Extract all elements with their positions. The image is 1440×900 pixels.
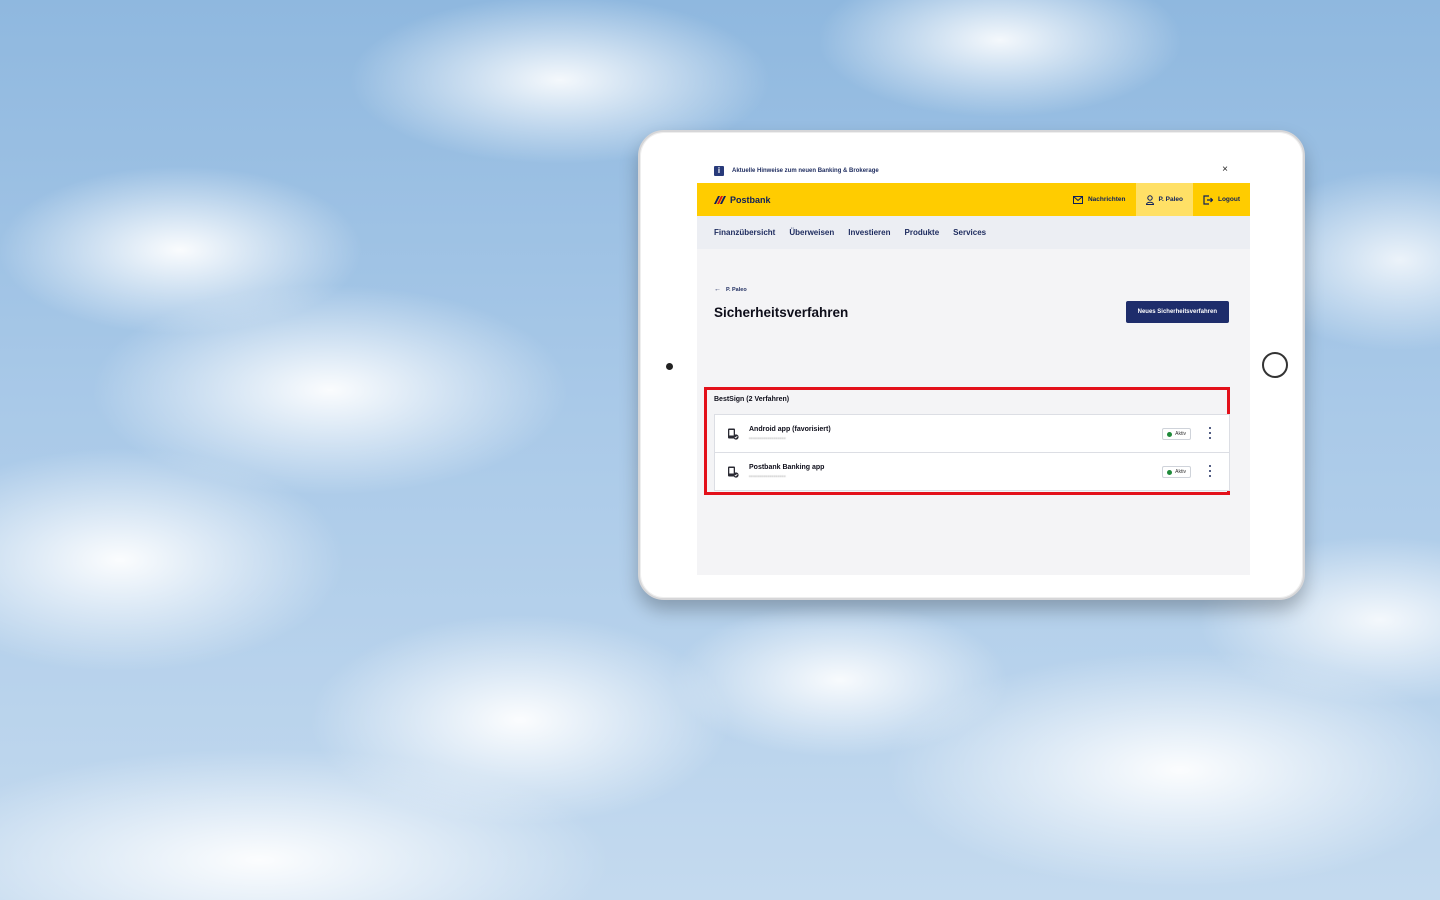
device-icon (728, 466, 739, 478)
status-dot (1167, 469, 1173, 475)
messages-button[interactable]: Nachrichten (1063, 183, 1136, 216)
logout-label: Logout (1217, 196, 1240, 203)
logout-icon (1203, 194, 1213, 205)
back-link[interactable]: ← P. Paleo (714, 286, 1233, 293)
postbank-logo-icon (714, 195, 726, 204)
list-item[interactable]: Android app (favorisiert) ••••••••••••••… (715, 415, 1229, 453)
postbank-logo[interactable]: Postbank (714, 195, 771, 205)
nav-item-produkte[interactable]: Produkte (905, 228, 940, 237)
back-label: P. Paleo (726, 286, 747, 293)
envelope-icon (1072, 195, 1083, 204)
status-badge: Aktiv (1162, 466, 1191, 478)
user-label: P. Paleo (1158, 196, 1183, 203)
list-item[interactable]: Postbank Banking app •••••••••••••••••• … (715, 453, 1229, 490)
brand-name: Postbank (730, 194, 771, 205)
user-button[interactable]: P. Paleo (1135, 183, 1193, 216)
item-title: Android app (favorisiert) (749, 425, 831, 433)
notice-text[interactable]: Aktuelle Hinweise zum neuen Banking & Br… (732, 168, 879, 174)
status-label: Aktiv (1175, 469, 1186, 475)
item-subtitle: •••••••••••••••••• (749, 435, 786, 442)
top-header: Postbank Nachrichten P. Paleo Logout (697, 183, 1250, 216)
item-title: Postbank Banking app (749, 463, 825, 471)
status-label: Aktiv (1175, 431, 1186, 437)
arrow-left-icon: ← (714, 286, 721, 293)
camera-dot (666, 363, 673, 370)
main-nav: Finanzübersicht Überweisen Investieren P… (697, 216, 1250, 249)
messages-label: Nachrichten (1087, 196, 1126, 203)
close-icon[interactable]: × (1222, 165, 1228, 175)
nav-item-services[interactable]: Services (953, 228, 986, 237)
banking-screen: i Aktuelle Hinweise zum neuen Banking & … (697, 158, 1250, 575)
logout-button[interactable]: Logout (1193, 183, 1250, 216)
nav-item-ueberweisen[interactable]: Überweisen (789, 228, 834, 237)
status-dot (1167, 431, 1173, 437)
nav-item-finanzuebersicht[interactable]: Finanzübersicht (714, 228, 775, 237)
page-content: ← P. Paleo Sicherheitsverfahren Neues Si… (697, 286, 1250, 495)
more-options-icon[interactable] (1207, 465, 1213, 477)
new-security-method-button[interactable]: Neues Sicherheitsverfahren (1125, 301, 1229, 323)
row-text: Android app (favorisiert) ••••••••••••••… (749, 426, 831, 442)
bestsign-section-label: BestSign (2 Verfahren) (714, 396, 790, 403)
tablet-device: i Aktuelle Hinweise zum neuen Banking & … (638, 130, 1305, 600)
nav-item-investieren[interactable]: Investieren (848, 228, 890, 237)
page-title: Sicherheitsverfahren (714, 304, 849, 320)
title-row: Sicherheitsverfahren Neues Sicherheitsve… (714, 301, 1233, 323)
status-badge: Aktiv (1162, 428, 1191, 440)
more-options-icon[interactable] (1207, 427, 1213, 439)
header-actions: Nachrichten P. Paleo Logout (1063, 183, 1250, 216)
user-icon (1145, 194, 1154, 205)
notice-bar: i Aktuelle Hinweise zum neuen Banking & … (697, 158, 1250, 183)
item-subtitle: •••••••••••••••••• (749, 473, 786, 480)
info-icon: i (714, 165, 724, 176)
device-icon (728, 428, 739, 440)
bestsign-list: Android app (favorisiert) ••••••••••••••… (714, 414, 1230, 491)
home-button[interactable] (1262, 352, 1288, 378)
row-text: Postbank Banking app •••••••••••••••••• (749, 464, 824, 480)
